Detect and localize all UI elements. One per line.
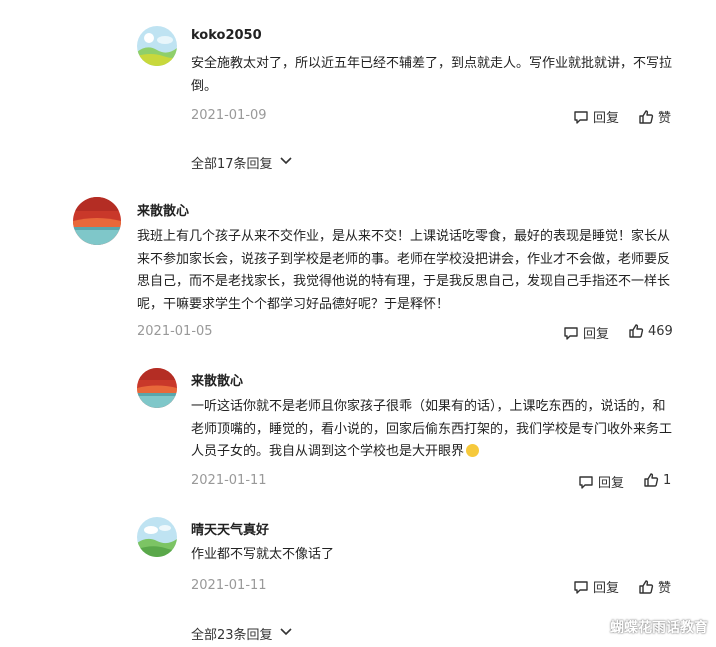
comment-bubble-icon (563, 325, 579, 341)
like-button[interactable]: 469 (628, 323, 673, 339)
reply-button[interactable]: 回复 (573, 577, 619, 596)
like-button[interactable]: 赞 (638, 577, 671, 596)
author-name[interactable]: 晴天天气真好 (191, 519, 269, 538)
comment-date: 2021-01-11 (191, 578, 267, 593)
chevron-down-icon (279, 625, 293, 643)
avatar[interactable] (137, 517, 177, 557)
comment-bubble-icon (573, 579, 589, 595)
expand-label: 全部23条回复 (191, 628, 273, 643)
reply-label: 回复 (598, 476, 625, 491)
like-label: 赞 (658, 581, 672, 596)
like-label: 赞 (658, 111, 672, 126)
like-button[interactable]: 1 (643, 472, 671, 488)
comment-date: 2021-01-05 (137, 324, 213, 339)
expand-replies-button[interactable]: 全部17条回复 (191, 153, 293, 172)
thumbs-up-icon (628, 323, 644, 339)
comment-text: 安全施教太对了，所以近五年已经不辅差了，到点就走人。写作业就批就讲，不写拉倒。 (191, 56, 673, 94)
dizzy-face-emoji (466, 444, 480, 457)
thumbs-up-icon (643, 472, 659, 488)
reply-text: 一听这话你就不是老师且你家孩子很乖（如果有的话），上课吃东西的，说话的，和老师顶… (191, 399, 673, 459)
reply-button[interactable]: 回复 (563, 323, 609, 342)
expand-label: 全部17条回复 (191, 157, 273, 172)
like-count: 1 (663, 472, 672, 488)
thumbs-up-icon (638, 579, 654, 595)
thumbs-up-icon (638, 109, 654, 125)
avatar[interactable] (137, 368, 177, 408)
like-button[interactable]: 赞 (638, 107, 671, 126)
comment-date: 2021-01-09 (191, 108, 267, 123)
comment-bubble-icon (573, 109, 589, 125)
author-name[interactable]: 来散散心 (191, 370, 243, 389)
avatar[interactable] (137, 26, 177, 66)
reply-label: 回复 (593, 581, 620, 596)
author-name[interactable]: koko2050 (191, 28, 262, 43)
watermark: 蝴蝶花雨话教育 (610, 620, 708, 636)
comment-text: 一听这话你就不是老师且你家孩子很乖（如果有的话），上课吃东西的，说话的，和老师顶… (191, 396, 676, 464)
comment-bubble-icon (578, 474, 594, 490)
chevron-down-icon (279, 154, 293, 172)
reply-button[interactable]: 回复 (573, 107, 619, 126)
comment-text: 我班上有几个孩子从来不交作业，是从来不交！上课说话吃零食，最好的表现是睡觉！家长… (137, 229, 671, 312)
comment-text: 作业都不写就太不像话了 (191, 547, 335, 562)
author-name[interactable]: 来散散心 (137, 200, 189, 219)
avatar[interactable] (73, 197, 121, 245)
reply-button[interactable]: 回复 (578, 472, 624, 491)
like-count: 469 (648, 323, 673, 339)
comment-date: 2021-01-11 (191, 473, 267, 488)
reply-label: 回复 (583, 327, 610, 342)
expand-replies-button[interactable]: 全部23条回复 (191, 624, 293, 643)
reply-label: 回复 (593, 111, 620, 126)
